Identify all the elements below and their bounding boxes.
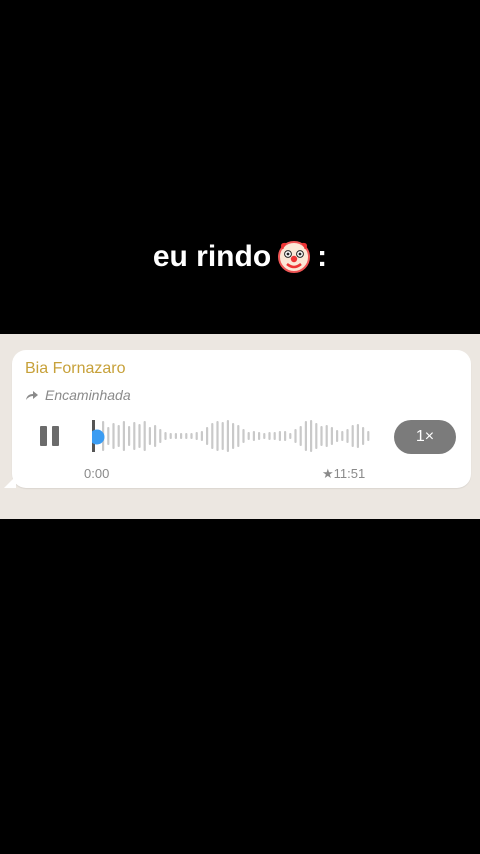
wave-bar [294,429,297,443]
wave-bar [289,433,292,439]
caption-text: eu rindo [152,240,272,273]
wave-bar [268,432,271,440]
wave-bar [320,426,323,446]
wave-bar [206,427,209,445]
wave-bar [190,433,193,439]
wave-bar [232,423,235,449]
forwarded-label: Encaminhada [25,387,131,403]
wave-bar [284,431,287,441]
wave-bar [180,433,183,439]
pause-bar-left [40,426,47,446]
wave-bar [278,431,281,441]
wave-bar [122,421,125,451]
wave-bar [154,425,157,447]
wave-bar [221,422,224,450]
duration-time: ★11:51 [322,466,366,481]
wave-bar [164,432,167,440]
wave-bar [138,424,141,448]
bubble-tail [4,476,16,488]
wave-bar [211,423,214,449]
sender-name[interactable]: Bia Fornazaro [25,360,126,378]
wave-bar [351,425,354,447]
forward-arrow-icon [26,391,38,400]
wave-bar [252,431,255,441]
wave-bar [263,433,266,439]
wave-bar [195,432,198,440]
audio-waveform[interactable] [92,418,372,454]
wave-bar [174,433,177,439]
wave-bar [143,421,146,451]
pause-button[interactable] [40,426,62,448]
wave-bar [362,427,365,445]
chat-area: Bia Fornazaro Encaminhada 1× 0:00 ★11:51 [0,334,480,519]
wave-bar [117,425,120,447]
wave-bar [315,423,318,449]
voice-message-bubble: Bia Fornazaro Encaminhada 1× 0:00 ★11:51 [4,350,471,488]
wave-bar [107,427,110,445]
wave-bar [242,429,245,443]
wave-bar [148,427,151,445]
wave-bar [310,420,313,452]
wave-bar [367,431,370,441]
wave-bar [169,433,172,439]
caption-suffix: : [317,240,328,273]
wave-bar [247,432,250,440]
wave-bar [273,432,276,440]
wave-bar [346,429,349,443]
caption: eu rindo : [0,236,480,278]
wave-bar [133,422,136,450]
wave-bar [325,425,328,447]
forwarded-text: Encaminhada [45,387,131,403]
wave-bar [299,426,302,446]
wave-bar [330,427,333,445]
wave-bar [356,424,359,448]
wave-bar [304,421,307,451]
wave-bar [258,432,261,440]
wave-bar [237,425,240,447]
wave-bar [128,426,131,446]
wave-bar [341,431,344,441]
wave-bar [336,430,339,442]
wave-bar [159,429,162,443]
playback-speed-button[interactable]: 1× [394,420,456,454]
wave-bar [216,421,219,451]
wave-bar [226,420,229,452]
pause-bar-right [52,426,59,446]
wave-bar [112,423,115,449]
clown-face-icon [278,241,311,273]
wave-bar [200,431,203,441]
wave-bar [185,433,188,439]
elapsed-time: 0:00 [84,466,110,481]
